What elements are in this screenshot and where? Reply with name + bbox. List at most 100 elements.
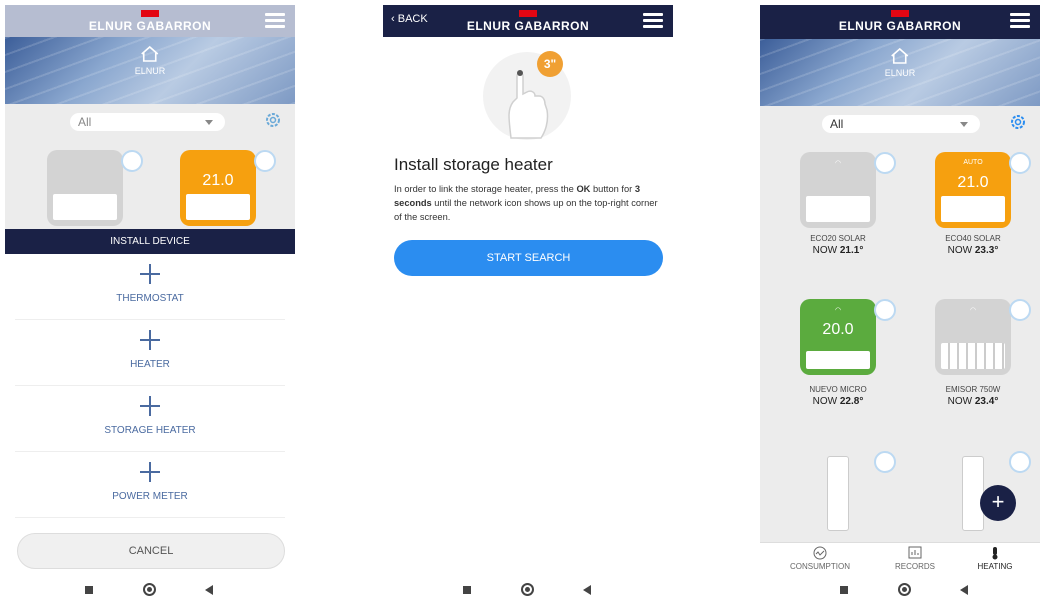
option-label: STORAGE HEATER (104, 425, 196, 436)
home-icon (141, 45, 159, 62)
start-search-button[interactable]: START SEARCH (394, 240, 663, 276)
brand-mark (141, 10, 159, 17)
device-card[interactable] (962, 456, 984, 531)
sheet-title: INSTALL DEVICE (5, 229, 295, 254)
home-button[interactable]: ELNUR (135, 45, 165, 76)
device-card[interactable]: ◠ (935, 299, 1011, 375)
device-card[interactable] (47, 150, 123, 226)
select-radio[interactable] (121, 150, 143, 172)
page-title: Install storage heater (394, 155, 553, 174)
select-radio[interactable] (874, 451, 896, 473)
step-badge: 3" (537, 51, 563, 77)
device-card[interactable]: AUTO 21.0 (935, 152, 1011, 228)
tab-consumption[interactable]: CONSUMPTION (775, 546, 865, 571)
device-name: ECO20 SOLAR (810, 234, 866, 243)
option-label: HEATER (130, 359, 170, 370)
app-header: ELNUR GABARRON (760, 5, 1040, 39)
device-now: NOW 22.8° (812, 396, 864, 407)
device-temp: 21.0 (202, 172, 234, 189)
device-name: EMISOR 750W (945, 385, 1001, 394)
home-banner: ELNUR (5, 37, 295, 104)
brand-logo: ELNUR GABARRON (88, 19, 212, 33)
select-radio[interactable] (254, 150, 276, 172)
device-now: NOW 23.3° (947, 245, 999, 256)
gear-icon[interactable] (263, 110, 283, 130)
app-header: ELNUR GABARRON (5, 5, 295, 37)
wifi-icon: ◠ (969, 307, 977, 314)
home-icon (891, 47, 909, 64)
chevron-down-icon (205, 120, 213, 125)
recents-icon[interactable] (463, 586, 471, 594)
tab-records[interactable]: RECORDS (870, 546, 960, 571)
select-radio[interactable] (874, 152, 896, 174)
filter-select[interactable]: All (70, 113, 225, 131)
option-power-meter[interactable]: POWER METER (15, 452, 285, 518)
tab-heating[interactable]: HEATING (950, 546, 1040, 571)
device-now: NOW 23.4° (947, 396, 999, 407)
device-card[interactable] (827, 456, 849, 531)
chevron-left-icon: ‹ (391, 13, 398, 25)
gear-icon[interactable] (1008, 112, 1028, 132)
device-name: NUEVO MICRO (809, 385, 867, 394)
chevron-down-icon (960, 122, 968, 127)
filter-row: All (5, 104, 295, 136)
plus-icon (140, 462, 160, 482)
phone-install-storage-heater: ‹ BACK ELNUR GABARRON 3" Install storage… (383, 5, 673, 602)
menu-icon[interactable] (643, 13, 663, 29)
recents-icon[interactable] (840, 586, 848, 594)
brand-logo: ELNUR GABARRON (466, 19, 590, 33)
option-heater[interactable]: HEATER (15, 320, 285, 386)
device-name: ECO40 SOLAR (945, 234, 1001, 243)
back-nav-icon[interactable] (583, 585, 591, 595)
home-nav-icon[interactable] (521, 583, 534, 596)
device-card[interactable]: ◠ 20.0 (800, 299, 876, 375)
device-card[interactable]: 21.0 (180, 150, 256, 226)
brand-mark (519, 10, 537, 17)
filter-select[interactable]: All (822, 115, 980, 133)
device-now: NOW 21.1° (812, 245, 864, 256)
option-label: THERMOSTAT (116, 293, 184, 304)
filter-value: All (78, 115, 92, 129)
device-grid: ◠ ECO20 SOLAR NOW 21.1° AUTO 21.0 ECO40 S… (760, 138, 1040, 543)
option-thermostat[interactable]: THERMOSTAT (15, 254, 285, 320)
wifi-icon: ◠ (834, 307, 842, 314)
install-device-sheet: INSTALL DEVICE THERMOSTAT HEATER STORAGE… (5, 229, 295, 577)
consumption-icon (813, 546, 827, 560)
android-nav-bar (383, 577, 673, 602)
device-temp: 20.0 (822, 321, 854, 338)
filter-row: All (760, 106, 1040, 138)
mode-label: AUTO (963, 159, 983, 166)
home-label: ELNUR (884, 68, 916, 78)
option-label: POWER METER (112, 491, 188, 502)
android-nav-bar (760, 577, 1040, 602)
phone-devices: ELNUR GABARRON ELNUR All ◠ ECO20 SOLAR N… (760, 5, 1040, 602)
cancel-button[interactable]: CANCEL (17, 533, 285, 569)
back-button[interactable]: ‹ BACK (391, 13, 428, 25)
brand-logo: ELNUR GABARRON (838, 19, 962, 33)
menu-icon[interactable] (1010, 13, 1030, 29)
option-storage-heater[interactable]: STORAGE HEATER (15, 386, 285, 452)
select-radio[interactable] (1009, 299, 1031, 321)
home-nav-icon[interactable] (143, 583, 156, 596)
instructions-text: In order to link the storage heater, pre… (394, 184, 658, 222)
back-label: BACK (397, 13, 428, 25)
menu-icon[interactable] (265, 13, 285, 29)
select-radio[interactable] (1009, 152, 1031, 174)
home-nav-icon[interactable] (898, 583, 911, 596)
records-icon (908, 546, 922, 559)
wifi-icon: ◠ (834, 160, 842, 167)
select-radio[interactable] (1009, 451, 1031, 473)
app-header: ‹ BACK ELNUR GABARRON (383, 5, 673, 37)
bottom-tab-bar: CONSUMPTION RECORDS HEATING (760, 542, 1040, 577)
brand-mark (891, 10, 909, 17)
plus-icon (140, 330, 160, 350)
back-nav-icon[interactable] (205, 585, 213, 595)
device-card[interactable]: ◠ (800, 152, 876, 228)
recents-icon[interactable] (85, 586, 93, 594)
select-radio[interactable] (874, 299, 896, 321)
home-button[interactable]: ELNUR (884, 47, 916, 78)
phone-install-device: ELNUR GABARRON ELNUR All 21.0 INSTALL DE… (5, 5, 295, 602)
add-device-button[interactable]: + (980, 485, 1016, 521)
device-temp: 21.0 (957, 174, 989, 191)
back-nav-icon[interactable] (960, 585, 968, 595)
